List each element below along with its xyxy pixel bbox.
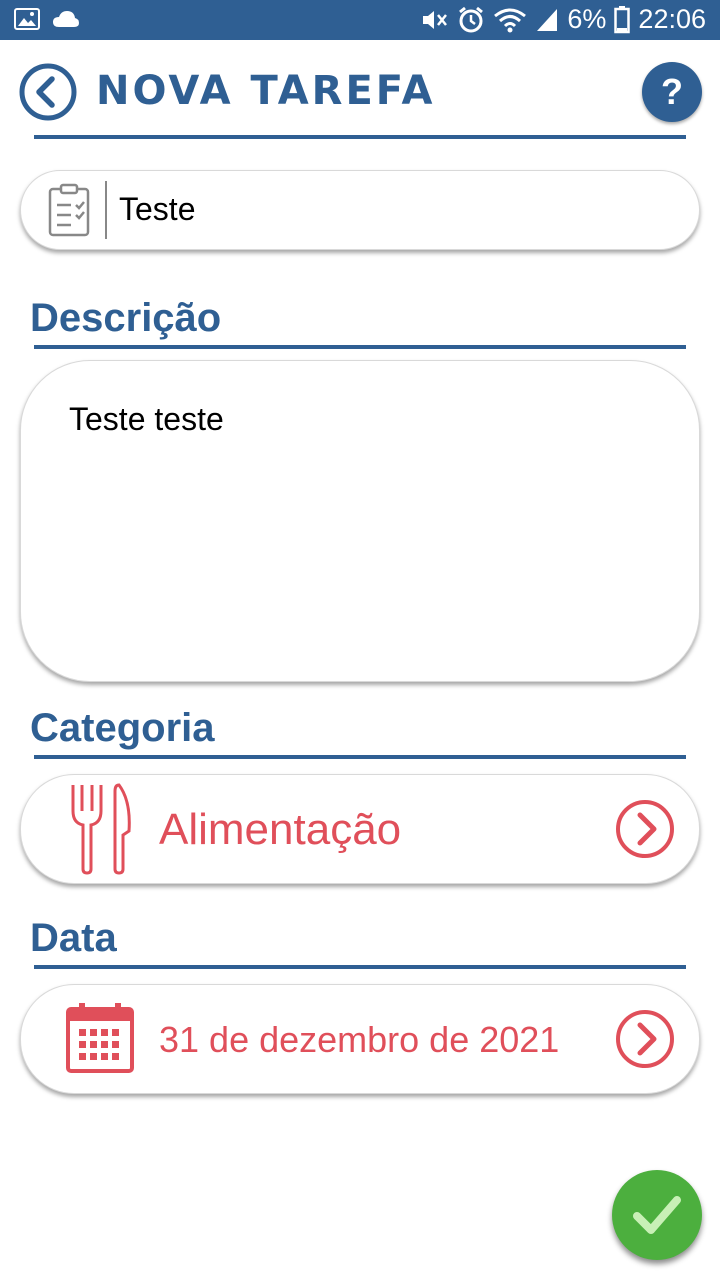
- description-value: Teste teste: [69, 401, 224, 437]
- category-selector[interactable]: Alimentação: [20, 774, 700, 884]
- chevron-right-icon[interactable]: [615, 1009, 675, 1069]
- chevron-right-icon[interactable]: [615, 799, 675, 859]
- header-divider: [34, 135, 686, 139]
- back-arrow-icon: [19, 63, 77, 121]
- category-divider: [34, 755, 686, 759]
- help-icon: ?: [661, 71, 683, 112]
- category-value: Alimentação: [159, 805, 402, 854]
- calendar-icon: [66, 1003, 134, 1073]
- help-button[interactable]: ?: [642, 62, 702, 122]
- task-title-value: Teste: [119, 191, 196, 227]
- page-title: NOVA TAREFA: [96, 68, 436, 114]
- clock: 22:06: [638, 4, 706, 34]
- checkmark-icon: [633, 1196, 681, 1234]
- battery-icon: [614, 5, 631, 33]
- wifi-icon: [494, 8, 527, 32]
- date-selector[interactable]: 31 de dezembro de 2021: [20, 984, 700, 1094]
- status-left: [14, 8, 80, 30]
- status-bar: 6% 22:06: [0, 0, 720, 40]
- status-right: 6% 22:06: [421, 4, 706, 35]
- battery-percent: 6%: [567, 4, 607, 34]
- date-divider: [34, 965, 686, 969]
- cloud-icon: [53, 11, 79, 27]
- date-value: 31 de dezembro de 2021: [159, 1019, 560, 1060]
- signal-icon: [537, 8, 558, 31]
- field-separator: [105, 181, 107, 239]
- description-label: Descrição: [30, 296, 222, 340]
- alarm-icon: [459, 6, 484, 32]
- task-title-field[interactable]: Teste: [20, 170, 700, 250]
- gallery-icon: [14, 8, 40, 30]
- back-button[interactable]: [18, 62, 78, 122]
- description-textarea[interactable]: Teste teste: [20, 360, 700, 682]
- fork-knife-icon: [71, 783, 131, 875]
- clipboard-checklist-icon: [48, 183, 90, 237]
- confirm-button[interactable]: [612, 1170, 702, 1260]
- description-divider: [34, 345, 686, 349]
- mute-icon: [423, 10, 448, 29]
- date-label: Data: [30, 916, 117, 960]
- category-label: Categoria: [30, 706, 215, 750]
- app-header: NOVA TAREFA ?: [0, 40, 720, 140]
